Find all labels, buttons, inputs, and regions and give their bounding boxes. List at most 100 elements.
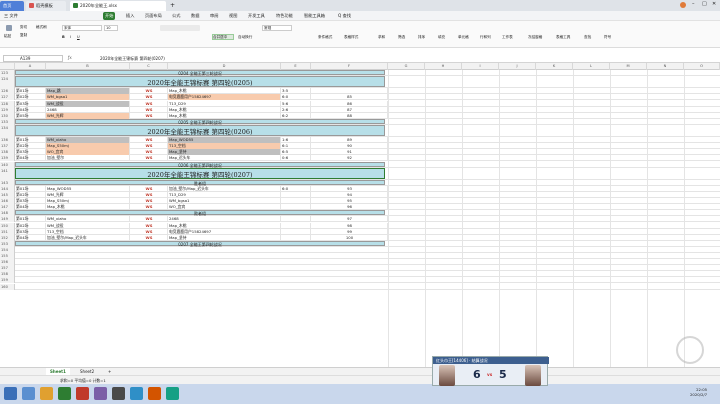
filter-button[interactable]: 筛选 xyxy=(398,35,405,40)
tab-home[interactable]: 首页 xyxy=(0,1,24,11)
sort-button[interactable]: 排序 xyxy=(418,35,425,40)
taskbar-app-icon[interactable] xyxy=(112,387,125,400)
wrap-text-button[interactable]: 自动换行 xyxy=(238,35,252,40)
column-header-k[interactable]: K xyxy=(536,63,573,70)
section-caption[interactable]: 0205 全能王第四轮战况 xyxy=(15,118,385,125)
sheet-grid[interactable]: 123 0204 全能王第三轮战况 124 2020年全能王锦标赛 第四轮(0205)… xyxy=(0,70,720,367)
section-title[interactable]: 2020年全能王锦标赛 第四轮(0206) xyxy=(15,124,385,137)
formula-input[interactable]: 2020年全能王锦标赛 第四轮(0207) xyxy=(100,56,165,62)
clock[interactable]: 22:05 2020/2/7 xyxy=(690,387,707,397)
minimize-icon[interactable]: – xyxy=(692,1,695,7)
paste-icon[interactable] xyxy=(6,25,12,31)
section-caption[interactable]: 0206 全能王第四轮战况 xyxy=(15,161,385,168)
sheet-tab-1[interactable]: Sheet1 xyxy=(46,368,70,375)
column-header-f[interactable]: F xyxy=(311,63,388,70)
template-icon xyxy=(29,3,34,8)
italic-button[interactable]: I xyxy=(70,35,71,39)
section-title[interactable]: 2020年全能王锦标赛 第四轮(0207) xyxy=(15,167,385,179)
cut-button[interactable]: 剪切 xyxy=(20,25,27,30)
match-result-popup[interactable]: 红头巾王[14406] · 结算战况 6 vs 5 xyxy=(432,356,549,386)
taskbar-app-icon[interactable] xyxy=(22,387,35,400)
worksheet-button[interactable]: 工作表 xyxy=(502,35,513,40)
tab-template[interactable]: 稻壳模板 xyxy=(26,1,66,11)
menu-data[interactable]: 数据 xyxy=(189,12,201,20)
column-header-d[interactable]: D xyxy=(168,63,281,70)
select-all-corner[interactable] xyxy=(0,63,15,70)
column-header-e[interactable]: E xyxy=(281,63,311,70)
menu-home[interactable]: 开始 xyxy=(103,12,116,20)
row-header[interactable]: 141 xyxy=(0,167,15,180)
column-header-m[interactable]: M xyxy=(610,63,647,70)
row-header[interactable]: 124 xyxy=(0,76,15,89)
taskbar-app-icon[interactable] xyxy=(76,387,89,400)
title-bar: 首页 稻壳模板 2020年全能王.xlsx + – □ ✕ xyxy=(0,0,720,11)
menu-formulas[interactable]: 公式 xyxy=(170,12,182,20)
bold-button[interactable]: B xyxy=(62,35,65,39)
menu-developer[interactable]: 开发工具 xyxy=(246,12,267,20)
close-icon[interactable]: ✕ xyxy=(712,1,716,7)
column-header-g[interactable]: G xyxy=(388,63,425,70)
symbol-button[interactable]: 符号 xyxy=(604,35,611,40)
name-box[interactable]: A139 xyxy=(3,55,63,62)
maximize-icon[interactable]: □ xyxy=(702,1,707,7)
cell-format-button[interactable]: 单元格 xyxy=(458,35,469,40)
underline-button[interactable]: U xyxy=(77,35,80,39)
number-format-select[interactable]: 常规 xyxy=(262,25,292,31)
taskbar-app-icon[interactable] xyxy=(166,387,179,400)
menu-page-layout[interactable]: 页面布局 xyxy=(143,12,164,20)
row-header[interactable]: 134 xyxy=(0,124,15,138)
menu-search[interactable]: Q 查找 xyxy=(336,12,353,20)
merge-center-button[interactable]: 合并居中 xyxy=(212,34,234,40)
table-style-button[interactable]: 表格样式 xyxy=(344,35,358,40)
table-tools-button[interactable]: 表格工具 xyxy=(556,35,570,40)
column-header-j[interactable]: J xyxy=(499,63,536,70)
row-header[interactable]: 160 xyxy=(0,283,15,290)
format-painter-button[interactable]: 格式刷 xyxy=(36,25,47,30)
tab-template-label: 稻壳模板 xyxy=(36,3,53,8)
column-header-c[interactable]: C xyxy=(130,63,168,70)
new-tab-button[interactable]: + xyxy=(170,2,175,9)
fill-button[interactable]: 填充 xyxy=(438,35,445,40)
conditional-format-button[interactable]: 条件格式 xyxy=(318,35,332,40)
paste-button[interactable]: 粘贴 xyxy=(4,34,11,39)
menu-view[interactable]: 视图 xyxy=(227,12,239,20)
column-header-n[interactable]: N xyxy=(647,63,684,70)
folder-icon[interactable] xyxy=(40,387,53,400)
column-header-o[interactable]: O xyxy=(684,63,720,70)
vs-label: vs xyxy=(487,372,493,377)
avatar[interactable] xyxy=(680,2,686,8)
sum-button[interactable]: 求和 xyxy=(378,35,385,40)
column-header-i[interactable]: I xyxy=(462,63,499,70)
column-header-b[interactable]: B xyxy=(46,63,130,70)
section-caption[interactable]: 败者组 xyxy=(15,210,385,216)
popup-title: 红头巾王[14406] · 结算战况 xyxy=(433,357,549,364)
tab-document[interactable]: 2020年全能王.xlsx xyxy=(70,1,166,11)
column-header-h[interactable]: H xyxy=(425,63,462,70)
font-size-select[interactable]: 10 xyxy=(104,25,118,31)
add-sheet-button[interactable]: + xyxy=(104,368,115,375)
start-icon[interactable] xyxy=(4,387,17,400)
font-select[interactable]: 宋体 xyxy=(62,25,102,31)
taskbar-app-icon[interactable] xyxy=(94,387,107,400)
column-header-a[interactable]: A xyxy=(15,63,46,70)
column-header-l[interactable]: L xyxy=(573,63,610,70)
taskbar-app-icon[interactable] xyxy=(130,387,143,400)
row-col-button[interactable]: 行和列 xyxy=(480,35,491,40)
section-caption[interactable]: 胜者组 xyxy=(15,179,385,186)
freeze-panes-button[interactable]: 冻结窗格 xyxy=(528,35,542,40)
align-group[interactable] xyxy=(160,25,200,31)
menu-features[interactable]: 特色功能 xyxy=(274,12,295,20)
function-icon[interactable]: ƒx xyxy=(68,55,72,60)
menu-file[interactable]: 三 文件 xyxy=(2,12,20,20)
section-caption[interactable]: 0207 全能王第四轮战况 xyxy=(15,240,385,247)
find-button[interactable]: 查找 xyxy=(584,35,591,40)
section-title[interactable]: 2020年全能王锦标赛 第四轮(0205) xyxy=(15,76,385,88)
menu-smart-tools[interactable]: 智能工具箱 xyxy=(302,12,327,20)
taskbar-app-icon[interactable] xyxy=(148,387,161,400)
section-caption[interactable]: 0204 全能王第三轮战况 xyxy=(15,70,385,76)
copy-button[interactable]: 复制 xyxy=(20,33,27,38)
excel-taskbar-icon[interactable] xyxy=(58,387,71,400)
sheet-tab-2[interactable]: Sheet2 xyxy=(76,368,98,375)
menu-review[interactable]: 审阅 xyxy=(208,12,220,20)
menu-insert[interactable]: 插入 xyxy=(124,12,136,20)
